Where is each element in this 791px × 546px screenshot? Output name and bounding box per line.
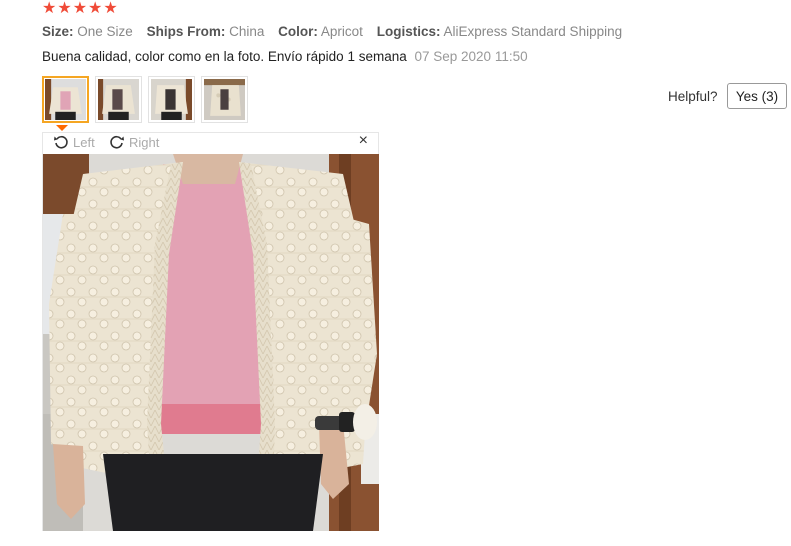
star-icon: ★ bbox=[88, 0, 103, 17]
ships-from-label: Ships From: bbox=[146, 24, 226, 39]
image-viewer: Left Right × bbox=[42, 132, 379, 531]
size-value: One Size bbox=[77, 24, 133, 39]
color-label: Color: bbox=[278, 24, 318, 39]
close-icon[interactable]: × bbox=[359, 132, 368, 150]
rotate-right-button[interactable]: Right bbox=[109, 134, 159, 150]
ships-from-value: China bbox=[229, 24, 265, 39]
review-date: 07 Sep 2020 11:50 bbox=[414, 49, 528, 64]
rotate-left-label: Left bbox=[73, 134, 95, 150]
review-photo-image bbox=[43, 154, 379, 531]
viewer-toolbar: Left Right × bbox=[43, 132, 378, 153]
review-thumbnail-4[interactable] bbox=[201, 76, 248, 123]
star-icon: ★ bbox=[42, 0, 57, 17]
review-thumbnail-2[interactable] bbox=[95, 76, 142, 123]
review-thumbnail-3[interactable] bbox=[148, 76, 195, 123]
rotate-right-icon bbox=[110, 135, 124, 149]
order-attributes: Size: One Size Ships From: China Color: … bbox=[42, 24, 632, 39]
star-icon: ★ bbox=[57, 0, 72, 17]
star-icon: ★ bbox=[72, 0, 88, 17]
logistics-value: AliExpress Standard Shipping bbox=[443, 24, 623, 39]
review-thumbnail-1[interactable] bbox=[42, 76, 89, 123]
rotate-right-label: Right bbox=[129, 134, 160, 150]
thumbnail-image bbox=[151, 79, 192, 120]
helpful-yes-button[interactable]: Yes (3) bbox=[727, 83, 787, 109]
rotate-left-button[interactable]: Left bbox=[53, 134, 95, 150]
logistics-label: Logistics: bbox=[376, 24, 441, 39]
size-label: Size: bbox=[42, 24, 74, 39]
rotate-left-icon bbox=[54, 135, 68, 149]
color-value: Apricot bbox=[320, 24, 363, 39]
review-row: Buena calidad, color como en la foto. En… bbox=[42, 49, 528, 64]
helpful-label: Helpful? bbox=[668, 89, 718, 104]
thumbnail-image bbox=[45, 79, 86, 120]
star-icon: ★ bbox=[103, 0, 118, 17]
thumbnail-image bbox=[204, 79, 245, 120]
review-text: Buena calidad, color como en la foto. En… bbox=[42, 49, 407, 64]
rating-stars: ★ ★ ★ ★ ★ bbox=[42, 0, 118, 18]
thumbnail-image bbox=[98, 79, 139, 120]
review-thumbnails bbox=[42, 76, 248, 123]
review-photo bbox=[43, 154, 379, 531]
active-thumbnail-pointer bbox=[56, 125, 68, 131]
